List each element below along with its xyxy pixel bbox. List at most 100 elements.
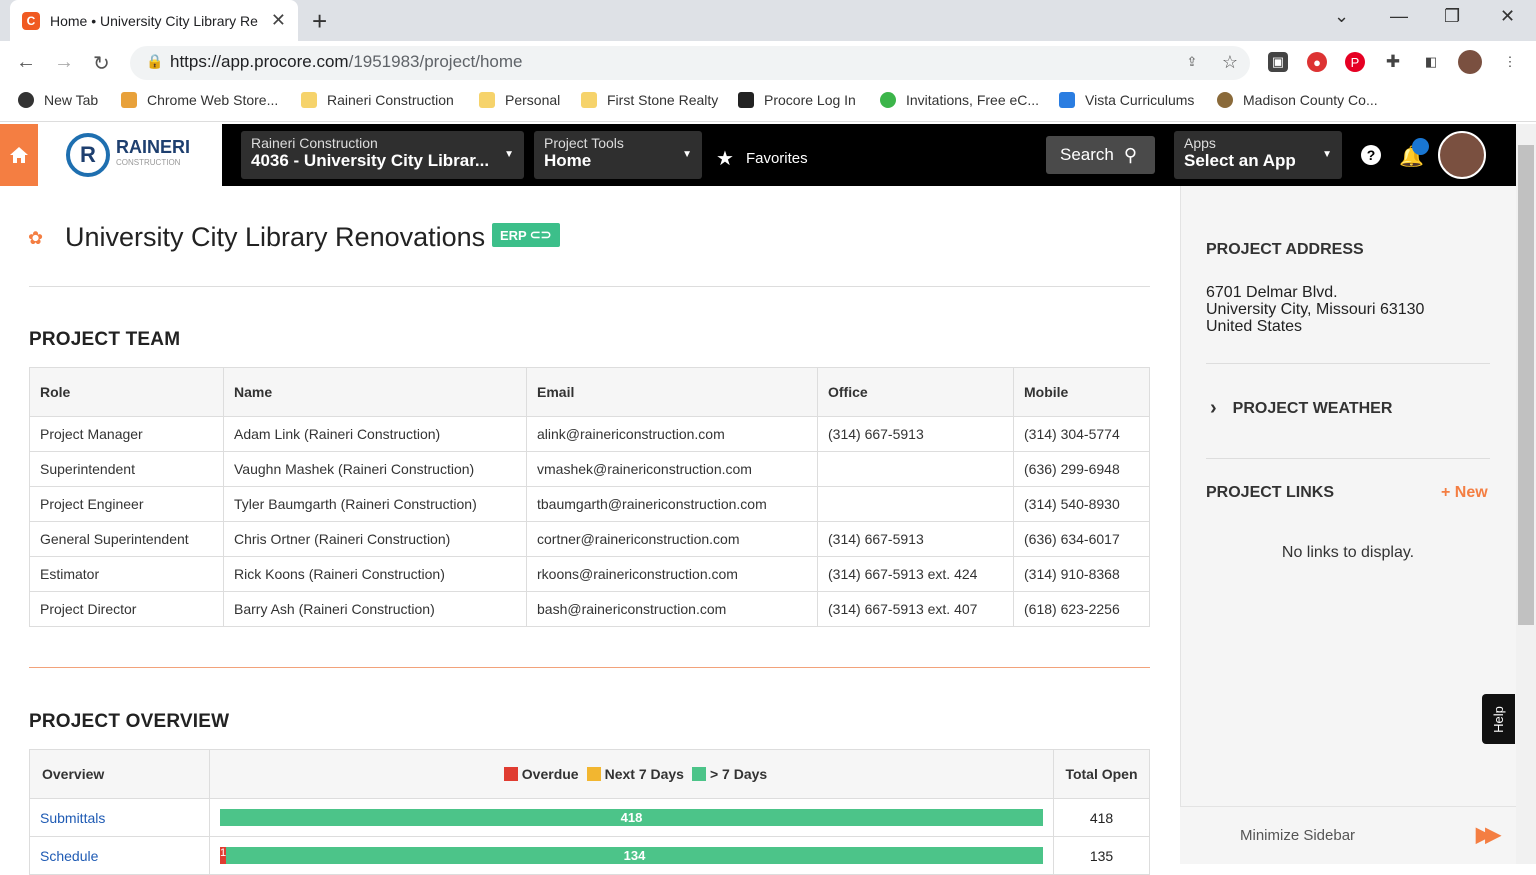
chevron-right-icon: › <box>1210 397 1217 419</box>
cell-mobile: (314) 540-8930 <box>1013 486 1150 522</box>
cell-office <box>817 486 1014 522</box>
forward-icon[interactable]: → <box>54 51 74 74</box>
close-window-icon[interactable]: ✕ <box>1500 6 1515 27</box>
cell-name: Tyler Baumgarth (Raineri Construction) <box>223 486 527 522</box>
bookmark-first-stone[interactable]: First Stone Realty <box>581 92 718 108</box>
minimize-icon[interactable]: — <box>1390 6 1408 27</box>
bookmark-new-tab[interactable]: New Tab <box>18 92 98 108</box>
project-links-heading: PROJECT LINKS <box>1206 484 1335 501</box>
profile-avatar[interactable] <box>1458 50 1482 74</box>
apps-value: Select an App <box>1184 151 1296 170</box>
bookmark-star-icon[interactable]: ☆ <box>1220 52 1240 72</box>
double-chevron-right-icon[interactable]: ▶▶ <box>1476 822 1501 847</box>
star-icon: ★ <box>716 148 734 170</box>
table-row: Estimator Rick Koons (Raineri Constructio… <box>29 556 1150 592</box>
home-button[interactable] <box>0 124 38 186</box>
erp-badge: ERP ⊂⊃ <box>492 223 560 247</box>
tools-label: Project Tools <box>544 135 624 151</box>
cell-name: Barry Ash (Raineri Construction) <box>223 591 527 627</box>
scrollbar-thumb[interactable] <box>1518 145 1534 625</box>
back-icon[interactable]: ← <box>16 51 36 74</box>
company-label: Raineri Construction <box>251 135 378 151</box>
bookmark-chrome-web-store[interactable]: Chrome Web Store... <box>121 92 278 108</box>
column-header: Office <box>817 367 1014 417</box>
search-button[interactable]: Search ⚲ <box>1046 136 1155 174</box>
cell-role: General Superintendent <box>29 521 224 557</box>
submittals-link[interactable]: Submittals <box>29 798 210 837</box>
restore-icon[interactable]: ❐ <box>1444 6 1460 27</box>
browser-tab[interactable]: C Home • University City Library Re ✕ <box>10 0 298 41</box>
url-text[interactable]: https://app.procore.com/1951983/project/… <box>170 52 523 72</box>
gear-icon[interactable]: ✿ <box>28 228 43 249</box>
legend-label: > 7 Days <box>709 766 768 782</box>
puzzle-icon[interactable]: ✚ <box>1383 52 1403 72</box>
bookmark-vista[interactable]: Vista Curriculums <box>1059 92 1194 108</box>
help-tab[interactable]: Help <box>1482 694 1515 744</box>
project-overview-heading: PROJECT OVERVIEW <box>29 711 230 732</box>
column-header: Overview <box>29 749 210 799</box>
table-row: Schedule 1 134 135 <box>29 836 1150 875</box>
bookmark-invitations[interactable]: Invitations, Free eC... <box>880 92 1039 108</box>
divider <box>1206 458 1490 459</box>
evite-icon <box>880 92 896 108</box>
side-panel-icon[interactable]: ◧ <box>1421 52 1441 72</box>
no-links-message: No links to display. <box>1281 544 1415 561</box>
help-icon[interactable]: ? <box>1361 145 1381 165</box>
new-link-button[interactable]: + New <box>1441 484 1488 502</box>
bookmark-procore[interactable]: Procore Log In <box>738 92 856 108</box>
menu-icon[interactable]: ⋮ <box>1500 52 1520 72</box>
schedule-link[interactable]: Schedule <box>29 836 210 875</box>
apps-selector[interactable]: Apps Select an App ▼ <box>1174 131 1342 179</box>
cell-role: Project Engineer <box>29 486 224 522</box>
procore-icon <box>738 92 754 108</box>
cell-role: Project Manager <box>29 416 224 452</box>
favorites-button[interactable]: ★ Favorites <box>716 146 808 171</box>
minimize-sidebar-label[interactable]: Minimize Sidebar <box>1240 827 1355 844</box>
project-weather-toggle[interactable]: › PROJECT WEATHER <box>1210 397 1392 420</box>
cell-role: Project Director <box>29 591 224 627</box>
divider <box>29 286 1150 287</box>
cell-mobile: (314) 910-8368 <box>1013 556 1150 592</box>
cell-email: bash@rainericonstruction.com <box>526 591 818 627</box>
project-address-heading: PROJECT ADDRESS <box>1206 241 1364 258</box>
cell-email: vmashek@rainericonstruction.com <box>526 451 818 487</box>
cell-office: (314) 667-5913 ext. 424 <box>817 556 1014 592</box>
new-tab-icon[interactable]: + <box>312 6 327 37</box>
extension-icon[interactable]: ▣ <box>1268 52 1288 72</box>
folder-icon <box>581 92 597 108</box>
cell-office: (314) 667-5913 <box>817 416 1014 452</box>
address-line: United States <box>1206 318 1303 335</box>
share-icon[interactable]: ⇪ <box>1182 52 1202 72</box>
column-header: Email <box>526 367 818 417</box>
schedule-bar[interactable]: 1 134 <box>220 847 1043 864</box>
reload-icon[interactable]: ↻ <box>93 51 110 76</box>
notification-badge <box>1412 138 1429 155</box>
cell-name: Chris Ortner (Raineri Construction) <box>223 521 527 557</box>
column-header: Role <box>29 367 224 417</box>
column-header: Name <box>223 367 527 417</box>
user-avatar[interactable] <box>1438 131 1486 179</box>
home-icon <box>10 147 28 163</box>
tools-selector[interactable]: Project Tools Home ▼ <box>534 131 702 179</box>
close-tab-icon[interactable]: ✕ <box>271 10 286 31</box>
extension-icon[interactable]: ● <box>1307 52 1327 72</box>
company-logo[interactable]: R RAINERI CONSTRUCTION <box>38 124 222 186</box>
cell-name: Rick Koons (Raineri Construction) <box>223 556 527 592</box>
folder-icon <box>301 92 317 108</box>
tab-search-icon[interactable]: ⌄ <box>1334 6 1349 27</box>
table-row: Submittals 418 418 <box>29 798 1150 837</box>
bookmark-personal[interactable]: Personal <box>479 92 560 108</box>
lock-icon[interactable]: 🔒 <box>146 53 163 70</box>
cell-email: alink@rainericonstruction.com <box>526 416 818 452</box>
bookmark-raineri[interactable]: Raineri Construction <box>301 92 454 108</box>
caret-down-icon: ▼ <box>682 149 692 160</box>
cell-mobile: (618) 623-2256 <box>1013 591 1150 627</box>
table-row: General Superintendent Chris Ortner (Rain… <box>29 521 1150 557</box>
project-selector[interactable]: Raineri Construction 4036 - University C… <box>241 131 524 179</box>
submittals-bar[interactable]: 418 <box>220 809 1043 826</box>
table-row: Project Director Barry Ash (Raineri Const… <box>29 591 1150 627</box>
pinterest-icon[interactable]: P <box>1345 52 1365 72</box>
cell-mobile: (636) 634-6017 <box>1013 521 1150 557</box>
total-open: 418 <box>1053 798 1150 837</box>
bookmark-madison[interactable]: Madison County Co... <box>1217 92 1378 108</box>
